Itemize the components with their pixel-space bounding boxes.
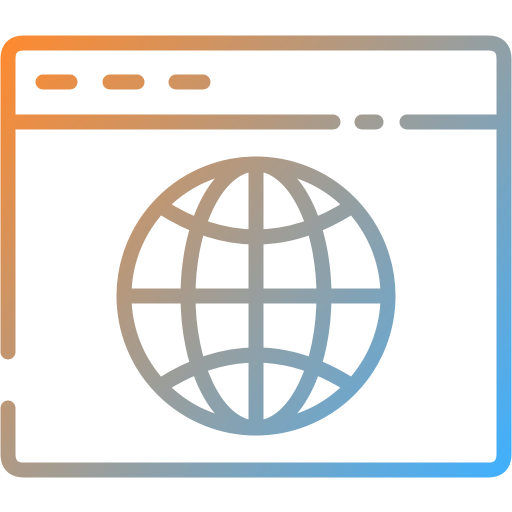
browser-globe-icon xyxy=(0,0,512,512)
browser-globe-graphic xyxy=(0,35,512,478)
globe-icon xyxy=(116,156,396,436)
